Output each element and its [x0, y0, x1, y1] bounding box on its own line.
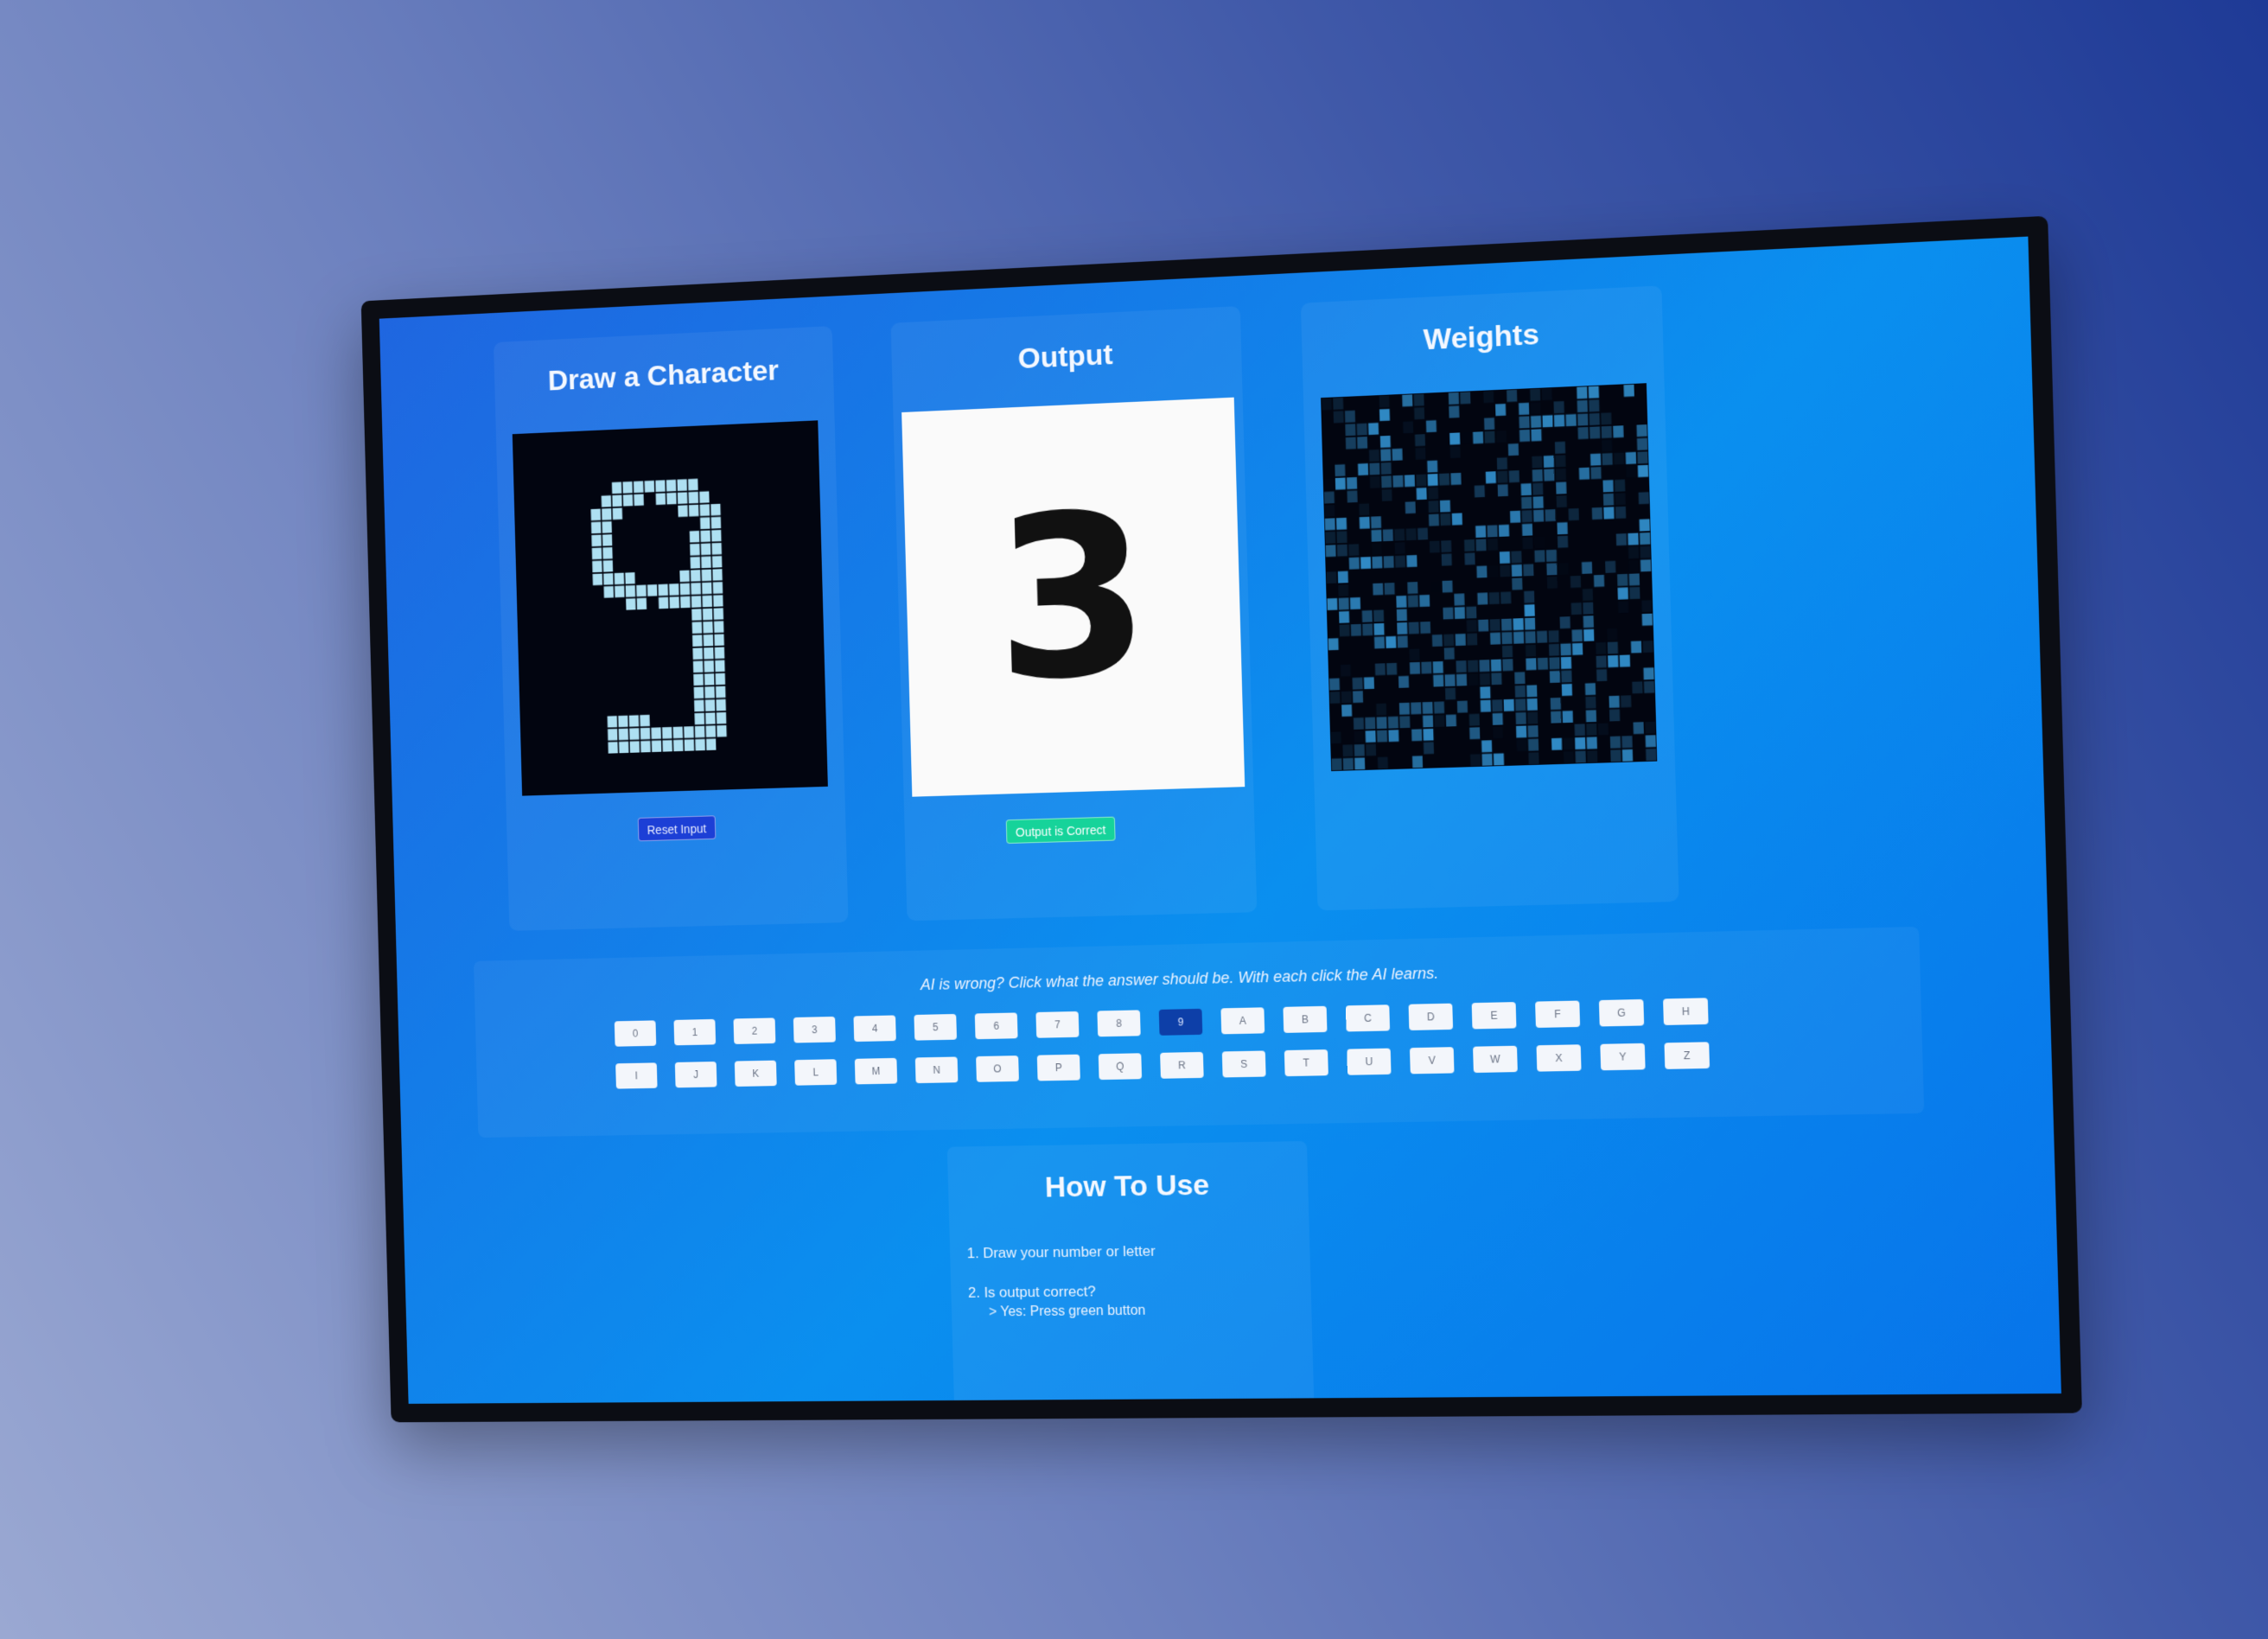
char-key-j[interactable]: J: [675, 1062, 717, 1087]
reset-input-button[interactable]: Reset Input: [638, 815, 716, 841]
output-panel: Output 3 Output is Correct: [891, 306, 1258, 921]
weights-grid: [1321, 383, 1657, 771]
output-panel-title: Output: [891, 332, 1241, 382]
character-keys-row-1: 0123456789ABCDEFGH: [615, 998, 1709, 1046]
char-key-3[interactable]: 3: [793, 1017, 836, 1043]
char-key-0[interactable]: 0: [615, 1020, 656, 1046]
char-key-q[interactable]: Q: [1099, 1053, 1142, 1080]
weights-panel-title: Weights: [1302, 312, 1664, 363]
character-keys-row-2: IJKLMNOPQRSTUVWXYZ: [615, 1042, 1710, 1088]
app-screen: Draw a Character Reset Input Output 3 Ou…: [379, 237, 2061, 1404]
char-key-9[interactable]: 9: [1159, 1009, 1203, 1036]
step-1: 1. Draw your number or letter: [966, 1241, 1292, 1262]
char-key-p[interactable]: P: [1037, 1055, 1080, 1081]
predicted-character: 3: [991, 465, 1153, 730]
char-key-i[interactable]: I: [615, 1062, 657, 1088]
drawing-canvas[interactable]: [513, 420, 828, 795]
char-key-d[interactable]: D: [1409, 1004, 1454, 1030]
char-key-z[interactable]: Z: [1664, 1042, 1710, 1069]
char-key-k[interactable]: K: [735, 1061, 777, 1087]
feedback-panel: AI is wrong? Click what the answer shoul…: [474, 927, 1924, 1138]
how-to-use-title: How To Use: [948, 1167, 1309, 1206]
char-key-4[interactable]: 4: [853, 1015, 895, 1042]
char-key-b[interactable]: B: [1283, 1006, 1327, 1033]
step-2-text: 2. Is output correct?: [968, 1281, 1294, 1302]
char-key-l[interactable]: L: [794, 1059, 837, 1085]
feedback-prompt: AI is wrong? Click what the answer shoul…: [475, 953, 1921, 1004]
char-key-h[interactable]: H: [1663, 998, 1709, 1025]
drawing-grid[interactable]: [513, 420, 828, 795]
weights-panel: Weights: [1301, 285, 1679, 910]
char-key-c[interactable]: C: [1346, 1004, 1390, 1031]
char-key-6[interactable]: 6: [975, 1012, 1018, 1039]
char-key-w[interactable]: W: [1473, 1046, 1518, 1073]
step-2-sub: > Yes: Press green button: [989, 1302, 1295, 1320]
weights-visualization: [1321, 383, 1657, 771]
step-2: 2. Is output correct? > Yes: Press green…: [968, 1281, 1295, 1321]
char-key-8[interactable]: 8: [1097, 1010, 1140, 1036]
draw-panel-title: Draw a Character: [494, 352, 834, 401]
draw-panel: Draw a Character Reset Input: [494, 326, 849, 931]
char-key-f[interactable]: F: [1535, 1001, 1580, 1028]
monitor-bezel: Draw a Character Reset Input Output 3 Ou…: [361, 216, 2082, 1423]
char-key-7[interactable]: 7: [1035, 1011, 1079, 1038]
char-key-v[interactable]: V: [1410, 1047, 1455, 1074]
output-correct-button[interactable]: Output is Correct: [1006, 817, 1116, 844]
how-to-use-panel: How To Use 1. Draw your number or letter…: [947, 1141, 1315, 1404]
char-key-o[interactable]: O: [976, 1055, 1019, 1082]
char-key-e[interactable]: E: [1472, 1002, 1517, 1029]
how-to-use-steps: 1. Draw your number or letter 2. Is outp…: [966, 1241, 1295, 1343]
char-key-n[interactable]: N: [915, 1056, 959, 1083]
char-key-s[interactable]: S: [1222, 1050, 1266, 1077]
output-display: 3: [901, 398, 1245, 797]
char-key-2[interactable]: 2: [733, 1017, 775, 1043]
char-key-m[interactable]: M: [855, 1058, 897, 1085]
char-key-g[interactable]: G: [1599, 999, 1644, 1027]
char-key-a[interactable]: A: [1220, 1007, 1265, 1034]
char-key-x[interactable]: X: [1536, 1044, 1581, 1071]
char-key-y[interactable]: Y: [1600, 1043, 1645, 1070]
char-key-5[interactable]: 5: [914, 1014, 957, 1041]
char-key-t[interactable]: T: [1284, 1049, 1328, 1076]
char-key-r[interactable]: R: [1160, 1052, 1204, 1079]
char-key-u[interactable]: U: [1347, 1049, 1391, 1075]
char-key-1[interactable]: 1: [673, 1019, 716, 1045]
